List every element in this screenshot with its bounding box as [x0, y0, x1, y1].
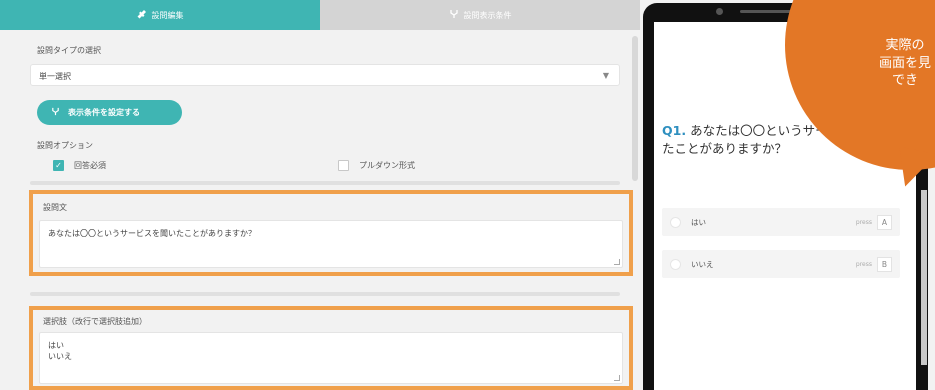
question-options-label: 設問オプション	[37, 141, 93, 150]
choice-label: いいえ	[691, 259, 714, 269]
required-option[interactable]: ✓ 回答必須	[53, 160, 106, 171]
question-type-label: 設問タイプの選択	[37, 46, 101, 55]
callout-line: でき	[891, 73, 918, 89]
preview-choice-a[interactable]: はい press A	[662, 208, 900, 236]
callout-text: 実際の 画面を見 でき	[845, 37, 935, 90]
tab-label: 設問編集	[151, 10, 184, 20]
question-number: Q1.	[662, 123, 687, 138]
resize-handle-icon[interactable]	[614, 259, 620, 265]
question-text-label: 設問文	[43, 203, 67, 212]
set-display-condition-label: 表示条件を設定する	[68, 108, 140, 117]
press-label: press	[855, 218, 872, 226]
tab-display-conditions[interactable]: 設問表示条件	[320, 0, 640, 30]
section-divider	[30, 181, 620, 185]
question-type-select[interactable]: 単一選択 ▼	[30, 64, 620, 86]
pulldown-option-label: プルダウン形式	[359, 161, 415, 170]
checkbox-icon[interactable]	[338, 160, 349, 171]
branch-icon	[51, 107, 60, 118]
radio-icon[interactable]	[670, 216, 681, 228]
question-text-section: 設問文 あなたは〇〇というサービスを聞いたことがありますか？	[29, 190, 633, 276]
choice-line: はい	[48, 341, 64, 350]
preview-choice-b[interactable]: いいえ press B	[662, 250, 900, 278]
check-icon[interactable]: ✓	[53, 160, 64, 171]
editor-scrollbar[interactable]	[632, 36, 638, 181]
preview-scrollbar[interactable]	[921, 190, 927, 365]
choice-label: はい	[691, 217, 706, 227]
choices-section: 選択肢（改行で選択肢追加） はい いいえ	[29, 306, 633, 390]
resize-handle-icon[interactable]	[614, 375, 620, 381]
branch-icon	[449, 9, 459, 21]
callout-line: 実際の	[885, 38, 925, 53]
key-badge: A	[877, 214, 892, 230]
tab-label: 設問表示条件	[463, 10, 512, 20]
set-display-condition-button[interactable]: 表示条件を設定する	[37, 100, 182, 125]
app-root: 設問編集 設問表示条件 設問タイプの選択 単一選択 ▼ 表示条件を設定する 設問…	[0, 0, 935, 390]
required-option-label: 回答必須	[74, 161, 106, 170]
choice-line: いいえ	[48, 351, 72, 361]
wrench-icon	[137, 9, 147, 21]
callout-tail	[891, 146, 935, 192]
press-label: press	[855, 260, 872, 268]
key-badge: B	[877, 256, 892, 272]
choices-label: 選択肢（改行で選択肢追加）	[43, 317, 147, 326]
question-text-input[interactable]: あなたは〇〇というサービスを聞いたことがありますか？	[39, 220, 623, 268]
callout-line: 画面を見	[878, 55, 931, 71]
tab-question-edit[interactable]: 設問編集	[0, 0, 320, 36]
choices-input[interactable]: はい いいえ	[39, 332, 623, 384]
radio-icon[interactable]	[670, 258, 681, 270]
tab-bar: 設問編集 設問表示条件	[0, 0, 640, 36]
pulldown-option[interactable]: プルダウン形式	[338, 160, 415, 171]
section-divider	[30, 292, 620, 296]
camera-icon	[716, 8, 723, 15]
caret-down-icon: ▼	[602, 71, 609, 80]
question-type-value: 単一選択	[39, 72, 71, 81]
question-text-value: あなたは〇〇というサービスを聞いたことがありますか？	[48, 229, 256, 238]
